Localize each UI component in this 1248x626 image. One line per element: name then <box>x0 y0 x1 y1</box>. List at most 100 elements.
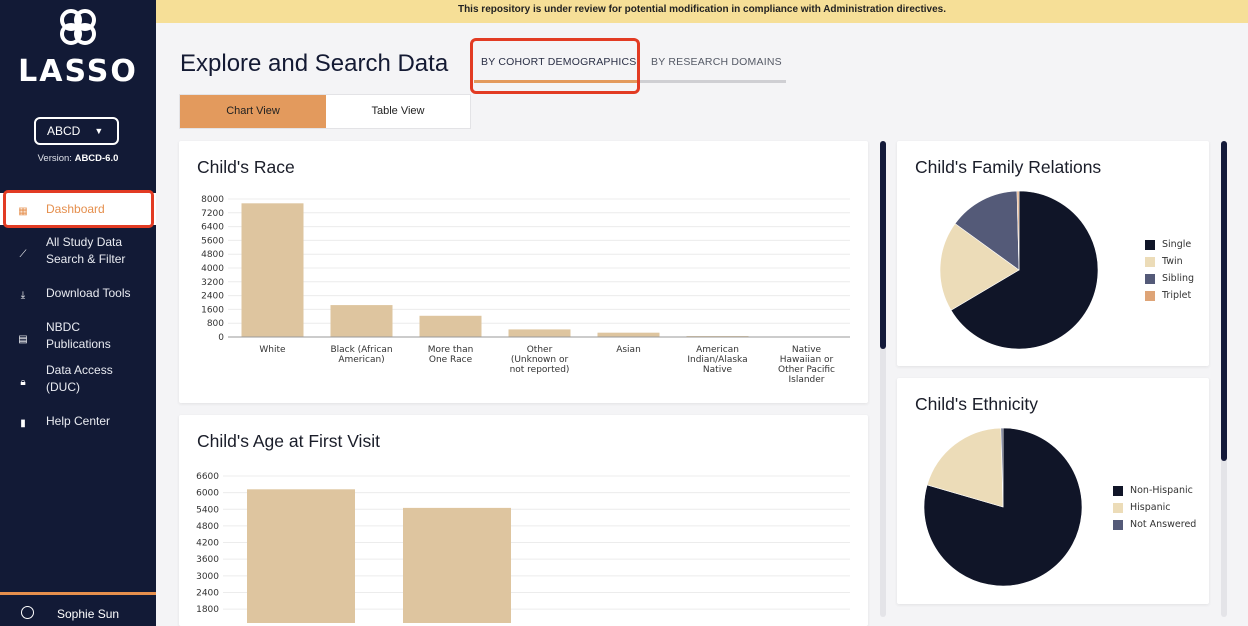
legend-label: Hispanic <box>1130 502 1171 513</box>
bar <box>247 489 355 623</box>
y-tick-label: 6600 <box>196 472 219 482</box>
race-chart-card: Child's Race 0 800 1600 2400 3200 4000 4800 560… <box>179 141 868 403</box>
sidebar-item-publications[interactable]: ▤ NBDC Publications <box>0 319 156 355</box>
x-tick-label: White <box>259 345 286 355</box>
table-view-button[interactable]: Table View <box>326 95 470 128</box>
y-tick-label: 0 <box>218 333 224 343</box>
legend-label: Sibling <box>1162 273 1195 284</box>
x-tick-label: Other Pacific <box>778 365 835 375</box>
right-pane-scroll-thumb[interactable] <box>1221 141 1227 461</box>
y-tick-label: 4800 <box>201 250 224 260</box>
ethnicity-card: Child's Ethnicity Non-Hispanic Hispanic No… <box>897 378 1209 604</box>
version-dropdown-value: ABCD <box>47 124 81 138</box>
legend-label: Single <box>1162 239 1192 250</box>
y-tick-label: 5400 <box>196 505 219 515</box>
x-tick-label: American <box>696 345 739 355</box>
x-tick-label: More than <box>428 345 474 355</box>
bar <box>597 332 660 337</box>
tab-underline <box>638 80 786 83</box>
lasso-logo-icon <box>60 9 96 45</box>
lasso-logo[interactable]: LASSO <box>0 6 156 89</box>
age-bar-chart: 1800 2400 3000 3600 4200 4800 5400 6000 6600 <box>196 472 850 623</box>
legend-item: Single <box>1145 239 1191 250</box>
page-title: Explore and Search Data <box>180 50 449 77</box>
legend-item: Sibling <box>1145 273 1194 284</box>
y-tick-label: 800 <box>207 319 224 329</box>
view-toggle: Chart View Table View <box>179 94 471 129</box>
y-tick-label: 2400 <box>196 588 219 598</box>
user-avatar-icon <box>21 606 34 619</box>
x-tick-label: not reported) <box>510 365 570 375</box>
bar <box>508 329 571 337</box>
x-tick-label: Black (African <box>330 345 392 355</box>
book-icon: ▮ <box>20 418 26 429</box>
download-icon: ⤓ <box>20 290 26 301</box>
x-tick-label: Asian <box>616 345 641 355</box>
dashboard-highlight-box <box>3 190 154 228</box>
x-tick-label: Hawaiian or <box>780 355 834 365</box>
version-dropdown[interactable]: ABCD ▼ <box>34 117 119 145</box>
sidebar-item-label: Help Center <box>46 414 111 428</box>
search-filter-icon: ⟋ <box>19 249 27 260</box>
y-tick-label: 1600 <box>201 305 224 315</box>
lock-icon: 🔒︎ <box>20 377 26 388</box>
legend-item: Twin <box>1145 256 1183 267</box>
sidebar-item-label: All Study Data Search & Filter <box>46 235 126 266</box>
sidebar-item-label: Download Tools <box>46 286 131 300</box>
legend-item: Non-Hispanic <box>1113 485 1193 496</box>
user-name: Sophie Sun <box>57 607 120 621</box>
x-tick-label: One Race <box>429 355 473 365</box>
sidebar-item-search-filter[interactable]: ⟋ All Study Data Search & Filter <box>0 234 156 270</box>
bar <box>403 507 511 623</box>
x-tick-label: Native <box>792 345 822 355</box>
tab-highlight-box <box>470 38 640 94</box>
version-info: Version: ABCD-6.0 <box>0 153 156 164</box>
bar <box>241 203 304 337</box>
legend-swatch <box>1145 290 1155 301</box>
y-tick-label: 3000 <box>196 572 219 582</box>
x-tick-label: Other <box>527 345 553 355</box>
y-tick-label: 8000 <box>201 195 224 205</box>
legend-item: Hispanic <box>1113 502 1170 513</box>
legend-item: Not Answered <box>1113 519 1196 530</box>
x-tick-label: Indian/Alaska <box>687 355 747 365</box>
bar <box>330 305 393 337</box>
y-tick-label: 6000 <box>196 489 219 499</box>
family-relations-card: Child's Family Relations Single Twin Sibli… <box>897 141 1209 366</box>
y-tick-label: 4000 <box>201 264 224 274</box>
family-relations-pie <box>939 190 1099 350</box>
y-tick-label: 6400 <box>201 223 224 233</box>
version-value: ABCD-6.0 <box>74 153 119 164</box>
age-chart-card: Child's Age at First Visit 1800 2400 3000 3… <box>179 415 868 626</box>
app-name: LASSO <box>18 54 138 89</box>
sidebar-item-label: NBDC Publications <box>46 320 111 351</box>
legend-item: Triplet <box>1145 290 1191 301</box>
sidebar-item-download-tools[interactable]: ⤓ Download Tools <box>0 285 156 303</box>
chart-view-button[interactable]: Chart View <box>180 95 326 128</box>
legend-label: Twin <box>1162 256 1183 267</box>
legend-label: Non-Hispanic <box>1130 485 1193 496</box>
x-tick-label: Native <box>703 365 733 375</box>
y-tick-label: 5600 <box>201 236 224 246</box>
race-bar-chart: 0 800 1600 2400 3200 4000 4800 5600 6400 7200 8000… <box>201 195 850 385</box>
sidebar-item-help-center[interactable]: ▮ Help Center <box>0 413 156 431</box>
caret-down-icon: ▼ <box>94 126 104 136</box>
legend-label: Not Answered <box>1130 519 1197 530</box>
legend-swatch <box>1113 485 1123 496</box>
legend-swatch <box>1145 273 1155 284</box>
user-profile[interactable]: Sophie Sun <box>0 592 156 626</box>
notice-banner: This repository is under review for pote… <box>156 0 1248 23</box>
tab-research-domains[interactable]: BY RESEARCH DOMAINS <box>651 56 782 68</box>
y-tick-label: 3200 <box>201 278 224 288</box>
y-tick-label: 4800 <box>196 522 219 532</box>
bar <box>419 315 482 337</box>
left-pane-scroll-thumb[interactable] <box>880 141 886 349</box>
sidebar-item-data-access[interactable]: 🔒︎ Data Access (DUC) <box>0 362 156 398</box>
y-tick-label: 1800 <box>196 605 219 615</box>
legend-label: Triplet <box>1162 290 1192 301</box>
sidebar-item-label: Data Access (DUC) <box>46 363 113 394</box>
legend-swatch <box>1145 239 1155 250</box>
sidebar: LASSO ABCD ▼ Version: ABCD-6.0 ▦ Dashboa… <box>0 0 156 626</box>
x-tick-label: Islander <box>788 375 824 385</box>
legend-swatch <box>1113 502 1123 513</box>
